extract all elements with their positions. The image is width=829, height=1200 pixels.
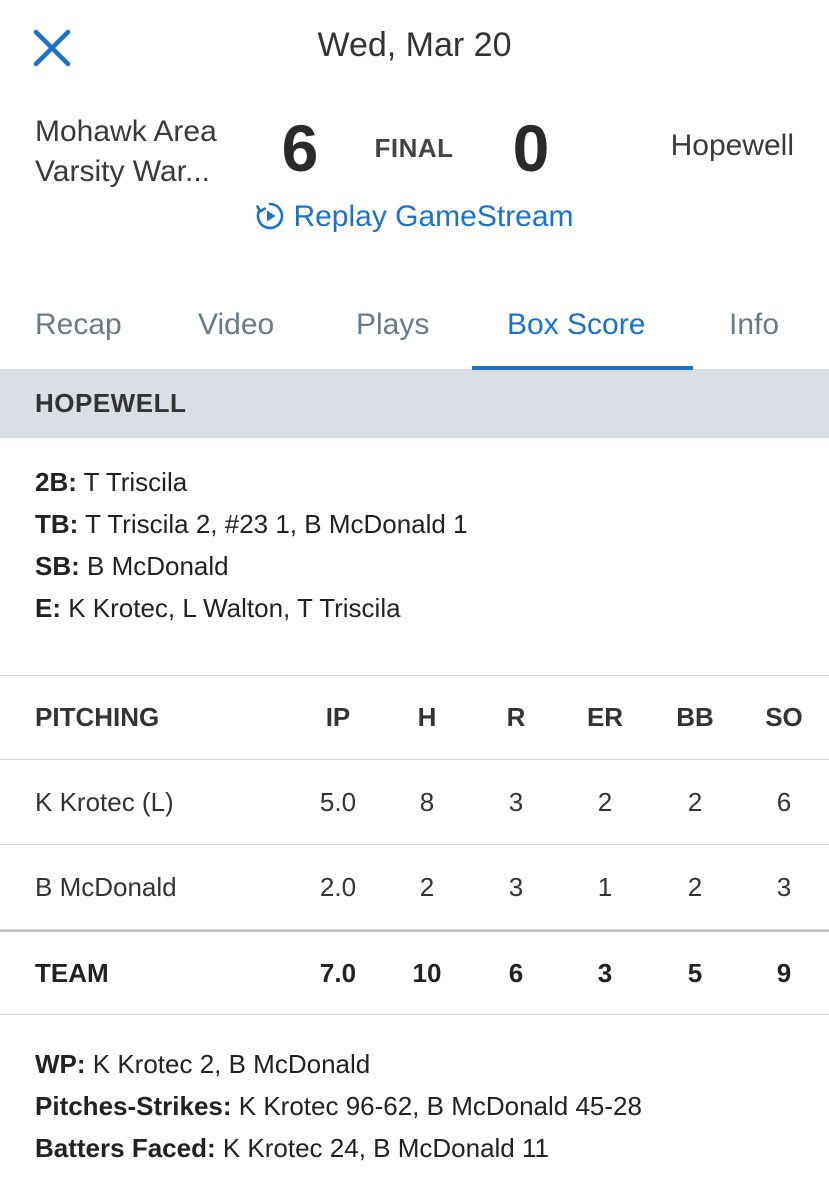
note-total-bases: TB: T Triscila 2, #23 1, B McDonald 1 [35, 506, 468, 548]
total-cell: 9 [776, 957, 792, 988]
stat-cell: 2 [687, 786, 703, 817]
tab-recap[interactable]: Recap [35, 308, 122, 342]
totals-label: TEAM [35, 957, 109, 988]
note-wild-pitches: WP: K Krotec 2, B McDonald [35, 1046, 642, 1088]
tab-video[interactable]: Video [198, 308, 274, 342]
stat-cell: 6 [776, 786, 792, 817]
stat-cell: 5.0 [319, 786, 357, 817]
replay-play-icon [256, 202, 284, 230]
batting-notes: 2B: T Triscila TB: T Triscila 2, #23 1, … [35, 464, 468, 632]
stat-cell: 2 [419, 871, 435, 902]
note-label: Pitches-Strikes: [35, 1091, 232, 1121]
total-cell: 10 [412, 957, 442, 988]
stat-cell: 8 [419, 786, 435, 817]
game-date: Wed, Mar 20 [317, 26, 512, 64]
note-pitches-strikes: Pitches-Strikes: K Krotec 96-62, B McDon… [35, 1088, 642, 1130]
total-cell: 3 [597, 957, 613, 988]
stat-cell: 2.0 [319, 871, 357, 902]
pitching-table: PITCHING IP H R ER BB SO K Krotec (L) 5.… [0, 675, 829, 1015]
column-header: R [506, 702, 526, 732]
note-label: WP: [35, 1049, 86, 1079]
note-value: T Triscila 2, #23 1, B McDonald 1 [78, 509, 468, 539]
table-row[interactable]: B McDonald 2.0 2 3 1 2 3 [0, 845, 829, 930]
note-value: T Triscila [76, 467, 188, 497]
column-header: BB [676, 702, 714, 732]
tab-box-score[interactable]: Box Score [507, 308, 645, 342]
scoreboard: Mohawk Area Varsity War... 6 FINAL 0 Hop… [0, 100, 829, 200]
away-team-name[interactable]: Mohawk Area Varsity War... [35, 112, 265, 192]
stat-cell: 3 [776, 871, 792, 902]
note-doubles: 2B: T Triscila [35, 464, 468, 506]
column-header: H [417, 702, 437, 732]
table-header-row: PITCHING IP H R ER BB SO [0, 676, 829, 760]
total-cell: 5 [687, 957, 703, 988]
note-errors: E: K Krotec, L Walton, T Triscila [35, 590, 468, 632]
replay-label: Replay GameStream [293, 200, 574, 233]
note-label: SB: [35, 551, 80, 581]
team-totals-row: TEAM 7.0 10 6 3 5 9 [0, 930, 829, 1015]
stat-cell: 1 [597, 871, 613, 902]
away-score: 6 [281, 111, 319, 185]
note-value: K Krotec, L Walton, T Triscila [61, 593, 401, 623]
home-score: 0 [512, 111, 550, 185]
column-header: SO [765, 702, 803, 732]
table-row[interactable]: K Krotec (L) 5.0 8 3 2 2 6 [0, 760, 829, 845]
top-bar: Wed, Mar 20 [0, 0, 829, 95]
away-team-name-line1: Mohawk Area [35, 115, 217, 148]
replay-gamestream-link[interactable]: Replay GameStream [0, 200, 829, 234]
team-header-label: HOPEWELL [35, 388, 187, 418]
note-value: K Krotec 24, B McDonald 11 [215, 1133, 549, 1163]
stat-cell: 3 [508, 786, 524, 817]
note-label: Batters Faced: [35, 1133, 216, 1163]
stat-cell: 2 [597, 786, 613, 817]
total-cell: 7.0 [319, 957, 357, 988]
pitcher-name: B McDonald [35, 871, 177, 902]
note-value: K Krotec 2, B McDonald [85, 1049, 371, 1079]
total-cell: 6 [508, 957, 524, 988]
note-stolen-bases: SB: B McDonald [35, 548, 468, 590]
away-team-name-line2: Varsity War... [35, 155, 211, 188]
column-header: ER [586, 702, 624, 732]
game-status: FINAL [374, 133, 454, 163]
tab-plays[interactable]: Plays [356, 308, 429, 342]
home-team-name[interactable]: Hopewell [671, 129, 794, 163]
tab-bar: Recap Video Plays Box Score Info [0, 280, 829, 370]
note-label: E: [35, 593, 61, 623]
note-batters-faced: Batters Faced: K Krotec 24, B McDonald 1… [35, 1130, 642, 1172]
team-section-header: HOPEWELL [0, 370, 829, 438]
tab-info[interactable]: Info [729, 308, 779, 342]
column-header: IP [325, 702, 351, 732]
pitching-notes: WP: K Krotec 2, B McDonald Pitches-Strik… [35, 1046, 642, 1172]
note-value: B McDonald [79, 551, 229, 581]
stat-cell: 3 [508, 871, 524, 902]
note-value: K Krotec 96-62, B McDonald 45-28 [231, 1091, 642, 1121]
note-label: TB: [35, 509, 79, 539]
stat-cell: 2 [687, 871, 703, 902]
column-header: PITCHING [35, 702, 160, 732]
pitcher-name: K Krotec (L) [35, 786, 174, 817]
note-label: 2B: [35, 467, 77, 497]
